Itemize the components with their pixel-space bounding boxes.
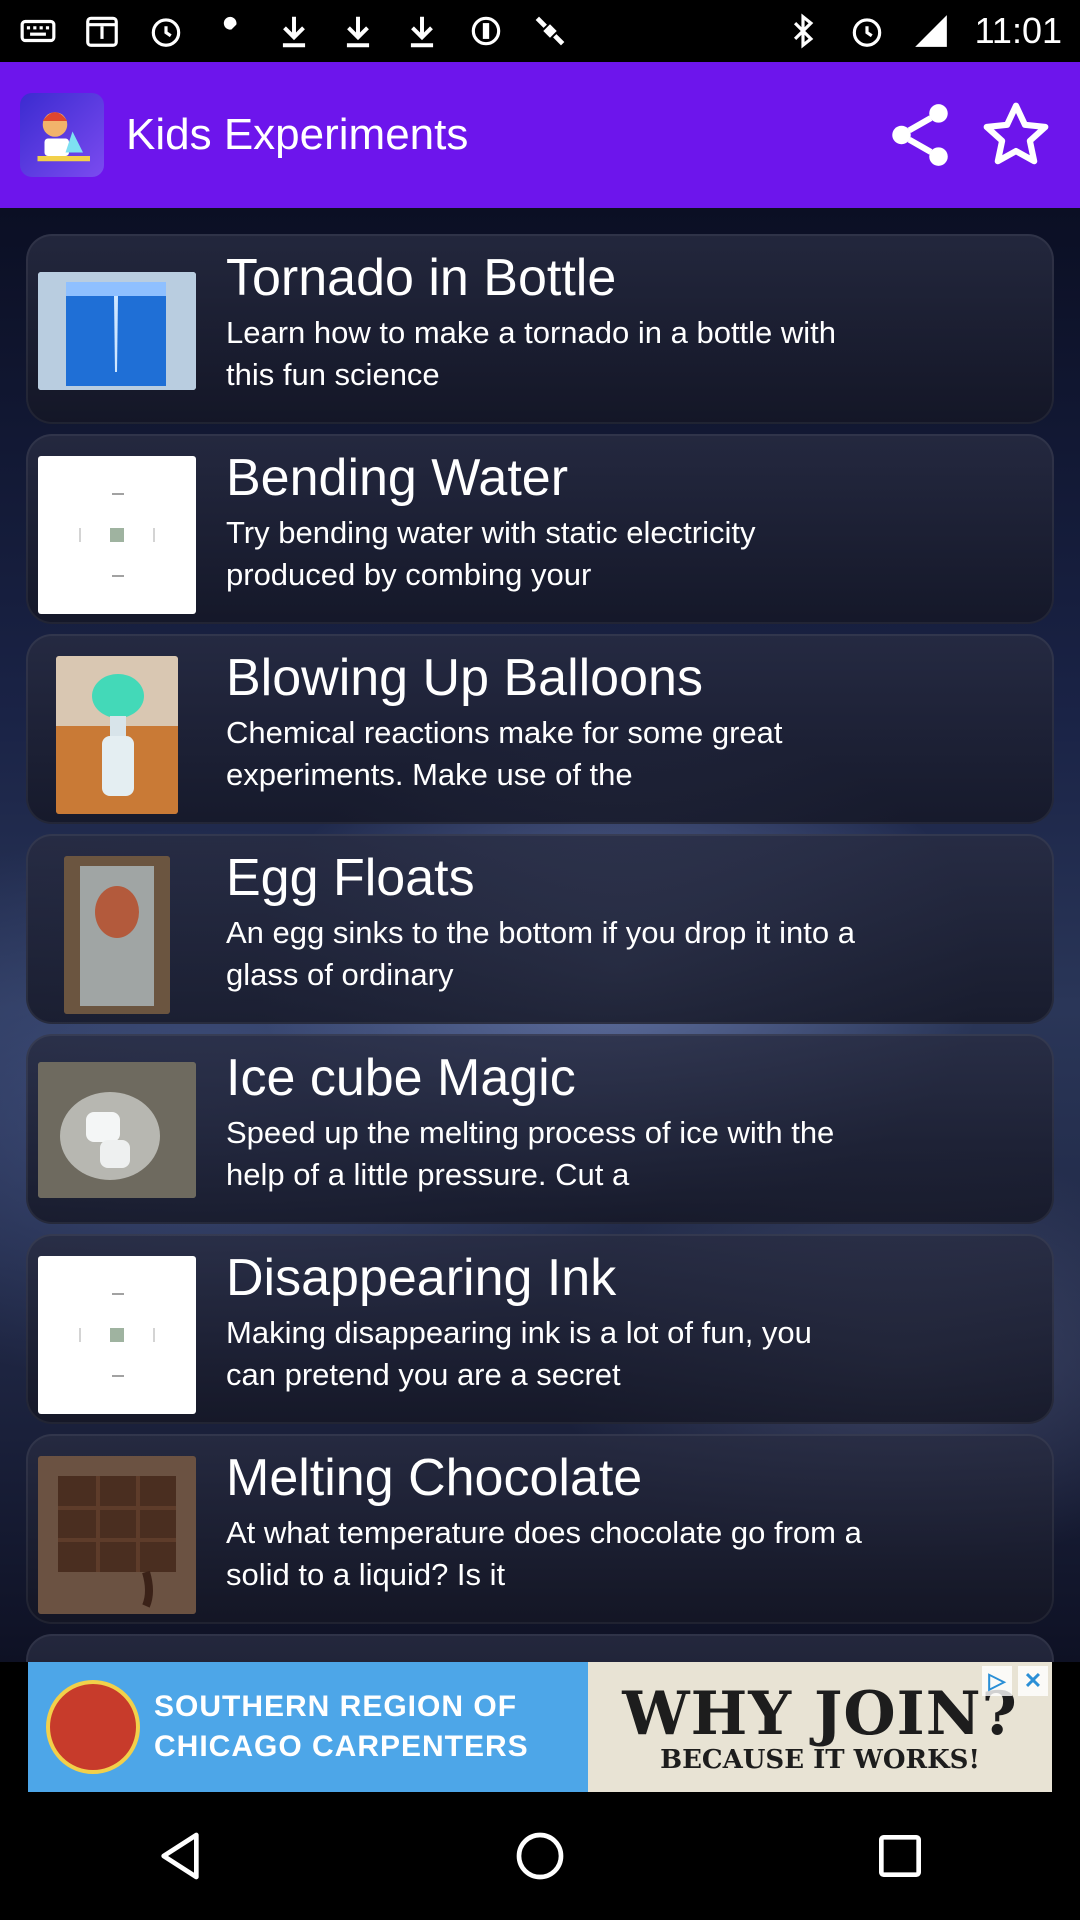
experiment-description: Learn how to make a tornado in a bottle …	[226, 315, 837, 392]
home-button[interactable]	[485, 1801, 595, 1911]
experiment-title: Tornado in Bottle	[226, 249, 617, 307]
experiment-description: Making disappearing ink is a lot of fun,…	[226, 1315, 812, 1392]
ad-left-line2: CHICAGO CARPENTERS	[154, 1730, 529, 1763]
alarm-icon	[146, 11, 186, 51]
keyboard-icon	[18, 11, 58, 51]
wrench-icon	[210, 11, 250, 51]
experiment-card[interactable]: Melting Chocolate At what temperature do…	[26, 1434, 1054, 1624]
experiment-title: Bending Water	[226, 449, 569, 507]
alarm-icon	[847, 11, 887, 51]
signal-icon	[911, 11, 951, 51]
experiment-description: Try bending water with static electricit…	[226, 515, 756, 592]
download-icon	[338, 11, 378, 51]
ad-close-icon[interactable]: ✕	[1018, 1666, 1048, 1696]
broken-image-icon	[38, 456, 196, 614]
experiment-description: Chemical reactions make for some great e…	[226, 715, 783, 792]
experiment-card[interactable]: Ice cube Magic Speed up the melting proc…	[26, 1034, 1054, 1224]
status-time: 11:01	[974, 10, 1062, 51]
experiment-list: Tornado in Bottle Learn how to make a to…	[0, 208, 1080, 1662]
share-icon	[892, 104, 948, 166]
experiment-card[interactable]: Tornado in Bottle Learn how to make a to…	[26, 234, 1054, 424]
experiment-title: Egg Floats	[226, 849, 475, 907]
experiment-title: Blowing Up Balloons	[226, 649, 703, 707]
download-icon	[402, 11, 442, 51]
experiment-description: At what temperature does chocolate go fr…	[226, 1515, 862, 1592]
experiment-card[interactable]: Blowing Up Balloons Chemical reactions m…	[26, 634, 1054, 824]
favorite-button[interactable]	[968, 87, 1064, 183]
share-button[interactable]	[872, 87, 968, 183]
home-icon	[516, 1832, 564, 1880]
download-icon	[274, 11, 314, 51]
satellite-icon	[530, 11, 570, 51]
status-left-icons	[18, 11, 570, 51]
chocolate-thumbnail	[38, 1456, 196, 1614]
ad-banner[interactable]: SOUTHERN REGION OF CHICAGO CARPENTERS WH…	[28, 1662, 1052, 1792]
star-icon	[983, 102, 1049, 165]
calendar-icon	[82, 11, 122, 51]
app-bar: Kids Experiments	[0, 62, 1080, 208]
back-button[interactable]	[125, 1801, 235, 1911]
back-icon	[161, 1832, 199, 1880]
navigation-bar	[0, 1792, 1080, 1920]
experiment-card-partial[interactable]	[26, 1634, 1054, 1662]
experiment-card[interactable]: Egg Floats An egg sinks to the bottom if…	[26, 834, 1054, 1024]
experiment-card[interactable]: Disappearing Ink Making disappearing ink…	[26, 1234, 1054, 1424]
experiment-title: Disappearing Ink	[226, 1249, 617, 1307]
experiment-description: An egg sinks to the bottom if you drop i…	[226, 915, 855, 992]
gps-off-icon	[466, 11, 506, 51]
ad-left-text: SOUTHERN REGION OF CHICAGO CARPENTERS	[154, 1687, 529, 1767]
recents-button[interactable]	[845, 1801, 955, 1911]
experiment-title: Ice cube Magic	[226, 1049, 576, 1107]
ad-info-icon[interactable]: ▷	[982, 1666, 1012, 1696]
recents-icon	[879, 1835, 921, 1877]
ad-left-line1: SOUTHERN REGION OF	[154, 1690, 518, 1723]
app-logo-icon	[20, 93, 104, 177]
app-title: Kids Experiments	[126, 110, 469, 159]
status-right-icons: 11:01	[783, 10, 1062, 52]
union-seal-icon	[46, 1680, 140, 1774]
tornado-bottle-thumbnail	[38, 272, 196, 390]
broken-image-icon	[38, 1256, 196, 1414]
bluetooth-icon	[783, 11, 823, 51]
ad-choices: ▷ ✕	[982, 1666, 1048, 1696]
ad-headline: WHY JOIN?	[622, 1679, 1018, 1749]
ad-subline: BECAUSE IT WORKS!	[660, 1745, 980, 1775]
balloon-bottle-thumbnail	[56, 656, 178, 814]
experiment-title: Melting Chocolate	[226, 1449, 643, 1507]
egg-glass-thumbnail	[64, 856, 170, 1014]
ad-left-panel: SOUTHERN REGION OF CHICAGO CARPENTERS	[28, 1662, 588, 1792]
status-bar: 11:01	[0, 0, 1080, 62]
experiment-description: Speed up the melting process of ice with…	[226, 1115, 835, 1192]
experiment-card[interactable]: Bending Water Try bending water with sta…	[26, 434, 1054, 624]
ice-cube-thumbnail	[38, 1062, 196, 1198]
